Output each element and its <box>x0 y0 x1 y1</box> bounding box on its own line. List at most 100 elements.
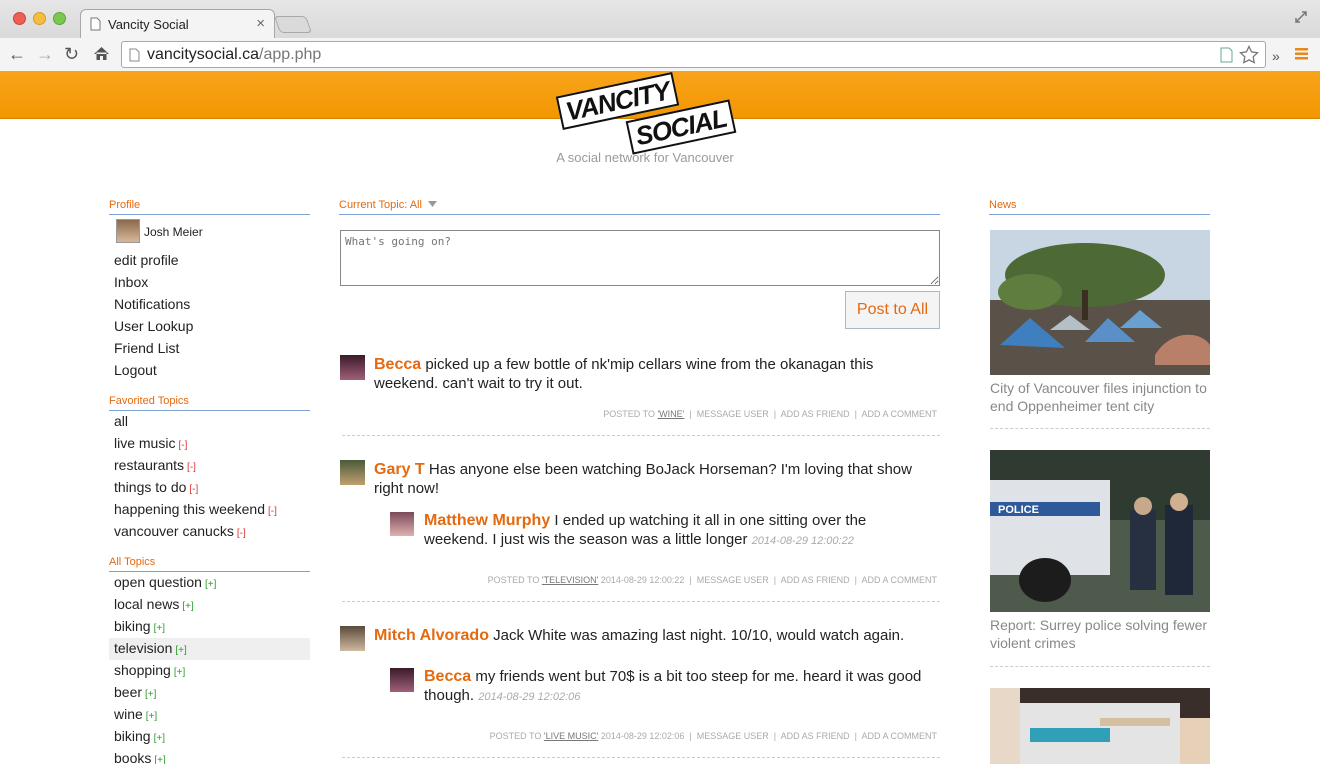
police-photo[interactable]: POLICE <box>990 450 1210 612</box>
friend-list-link[interactable]: Friend List <box>114 340 179 356</box>
post-author-link[interactable]: Mitch Alvorado <box>374 627 489 644</box>
add-comment-link[interactable]: ADD A COMMENT <box>861 575 937 585</box>
add-topic-button[interactable]: [+] <box>145 689 156 700</box>
add-topic-button[interactable]: [+] <box>154 733 165 744</box>
all-topics-heading: All Topics <box>109 556 310 572</box>
fav-topic-item[interactable]: all <box>114 413 128 429</box>
remove-topic-button[interactable]: [-] <box>187 462 196 473</box>
add-as-friend-link[interactable]: ADD AS FRIEND <box>781 575 850 585</box>
remove-topic-button[interactable]: [-] <box>178 440 187 451</box>
page-action-icon[interactable] <box>1220 47 1233 63</box>
topic-item[interactable]: biking [+] <box>114 728 165 744</box>
topic-item[interactable]: local news [+] <box>114 596 194 612</box>
add-comment-link[interactable]: ADD A COMMENT <box>861 731 937 741</box>
reply-author-link[interactable]: Matthew Murphy <box>424 512 550 529</box>
fullscreen-icon[interactable] <box>1294 10 1308 24</box>
fav-topic-item[interactable]: live music [-] <box>114 435 187 451</box>
compose-post-textarea[interactable] <box>340 230 940 286</box>
avatar[interactable] <box>390 512 414 536</box>
site-logo[interactable]: VANCITY SOCIAL <box>555 71 740 155</box>
url-text: vancitysocial.ca/app.php <box>147 46 322 63</box>
profile-heading: Profile <box>109 199 310 215</box>
post-to-all-button[interactable]: Post to All <box>845 291 940 329</box>
topic-item[interactable]: wine [+] <box>114 706 157 722</box>
maximize-window-button[interactable] <box>53 12 66 25</box>
home-icon[interactable] <box>93 45 110 62</box>
user-lookup-link[interactable]: User Lookup <box>114 318 193 334</box>
fav-topic-item[interactable]: things to do [-] <box>114 479 198 495</box>
avatar[interactable] <box>116 219 140 243</box>
remove-topic-button[interactable]: [-] <box>189 484 198 495</box>
browser-tab[interactable]: Vancity Social × <box>80 9 275 39</box>
topic-item[interactable]: books [+] <box>114 750 166 764</box>
remove-topic-button[interactable]: [-] <box>268 506 277 517</box>
message-user-link[interactable]: MESSAGE USER <box>697 731 769 741</box>
reload-icon[interactable]: ↻ <box>64 43 79 65</box>
add-topic-button[interactable]: [+] <box>154 623 165 634</box>
browser-chrome: Vancity Social × ← → ↻ vancitysocial.ca/… <box>0 0 1320 71</box>
add-topic-button[interactable]: [+] <box>174 667 185 678</box>
post-text: Jack White was amazing last night. 10/10… <box>493 627 905 644</box>
topic-item[interactable]: television [+] <box>114 640 187 656</box>
remove-topic-button[interactable]: [-] <box>237 528 246 539</box>
posted-to-label: POSTED TO <box>489 731 542 741</box>
page-icon <box>129 48 140 62</box>
close-tab-icon[interactable]: × <box>256 15 265 32</box>
post-topic-link[interactable]: 'LIVE MUSIC' <box>544 731 598 741</box>
add-topic-button[interactable]: [+] <box>205 579 216 590</box>
avatar[interactable] <box>340 355 365 380</box>
current-topic-selector[interactable]: Current Topic: All <box>339 199 940 215</box>
avatar[interactable] <box>340 626 365 651</box>
add-comment-link[interactable]: ADD A COMMENT <box>861 409 937 419</box>
back-icon[interactable]: ← <box>8 43 26 65</box>
add-topic-button[interactable]: [+] <box>175 645 186 656</box>
address-bar[interactable]: vancitysocial.ca/app.php <box>121 41 1266 68</box>
reply-author-link[interactable]: Becca <box>424 668 471 685</box>
page-icon <box>90 17 101 31</box>
post-body: Gary T Has anyone else been watching BoJ… <box>374 460 934 498</box>
post-author-link[interactable]: Becca <box>374 356 421 373</box>
avatar[interactable] <box>340 460 365 485</box>
message-user-link[interactable]: MESSAGE USER <box>697 409 769 419</box>
notifications-link[interactable]: Notifications <box>114 296 190 312</box>
page-viewport: VANCITY SOCIAL A social network for Vanc… <box>0 71 1320 764</box>
message-user-link[interactable]: MESSAGE USER <box>697 575 769 585</box>
fav-topic-item[interactable]: restaurants [-] <box>114 457 196 473</box>
bookmark-star-icon[interactable] <box>1239 45 1259 65</box>
extensions-overflow-icon[interactable]: » <box>1272 45 1280 67</box>
add-as-friend-link[interactable]: ADD AS FRIEND <box>781 409 850 419</box>
add-as-friend-link[interactable]: ADD AS FRIEND <box>781 731 850 741</box>
inbox-link[interactable]: Inbox <box>114 274 148 290</box>
post-text: Has anyone else been watching BoJack Hor… <box>374 461 912 497</box>
topic-item[interactable]: open question [+] <box>114 574 216 590</box>
profile-user-name[interactable]: Josh Meier <box>144 225 203 239</box>
logout-link[interactable]: Logout <box>114 362 157 378</box>
fav-topic-item[interactable]: vancouver canucks [-] <box>114 523 246 539</box>
fav-topic-item[interactable]: happening this weekend [-] <box>114 501 277 517</box>
menu-icon[interactable] <box>1294 46 1309 61</box>
forward-icon[interactable]: → <box>36 43 54 65</box>
tent-city-photo[interactable] <box>990 230 1210 375</box>
reply-body: Matthew Murphy I ended up watching it al… <box>424 511 924 551</box>
news-caption[interactable]: City of Vancouver files injunction to en… <box>990 379 1210 415</box>
avatar[interactable] <box>390 668 414 692</box>
minimize-window-button[interactable] <box>33 12 46 25</box>
post-author-link[interactable]: Gary T <box>374 461 425 478</box>
topic-item[interactable]: biking [+] <box>114 618 165 634</box>
topic-item[interactable]: shopping [+] <box>114 662 185 678</box>
new-tab-button[interactable] <box>273 16 313 33</box>
add-topic-button[interactable]: [+] <box>146 711 157 722</box>
add-topic-button[interactable]: [+] <box>154 755 165 764</box>
needles-photo[interactable] <box>990 688 1210 764</box>
post-topic-link[interactable]: 'TELEVISION' <box>542 575 598 585</box>
topic-item[interactable]: beer [+] <box>114 684 156 700</box>
post-meta-bar: POSTED TO 'LIVE MUSIC' 2014-08-29 12:02:… <box>489 731 937 741</box>
news-caption[interactable]: Report: Surrey police solving fewer viol… <box>990 616 1210 652</box>
post-meta-bar: POSTED TO 'TELEVISION' 2014-08-29 12:00:… <box>487 575 937 585</box>
news-divider <box>990 666 1210 667</box>
add-topic-button[interactable]: [+] <box>182 601 193 612</box>
edit-profile-link[interactable]: edit profile <box>114 252 179 268</box>
post-body: Becca picked up a few bottle of nk'mip c… <box>374 355 934 393</box>
close-window-button[interactable] <box>13 12 26 25</box>
post-topic-link[interactable]: 'WINE' <box>657 409 684 419</box>
